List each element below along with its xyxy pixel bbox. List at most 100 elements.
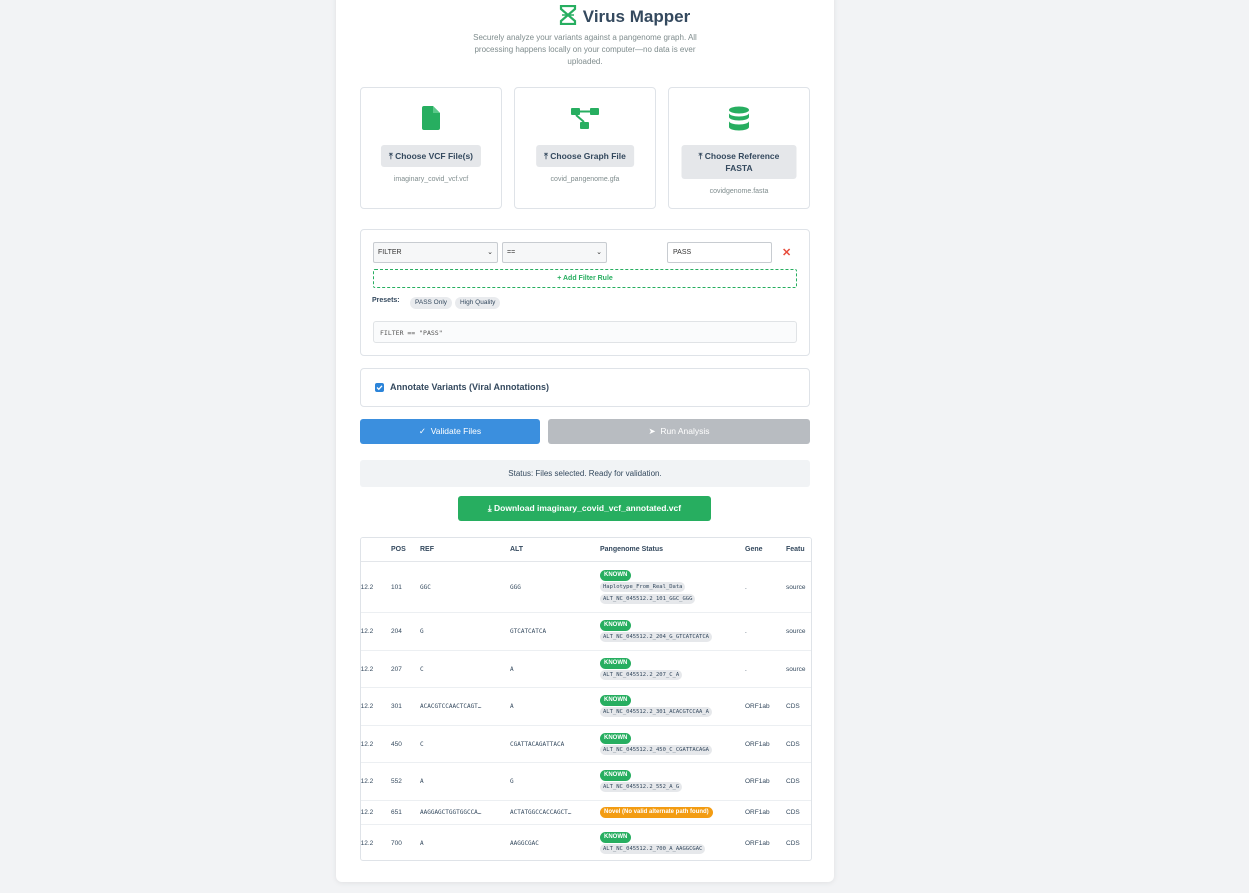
cell-feature: CDS (786, 741, 800, 748)
path-tag: ALT_NC_045512.2_204_G_GTCATCATCA (600, 632, 712, 642)
add-filter-rule-button[interactable]: + Add Filter Rule (373, 269, 797, 288)
cell-pos: 450 (391, 741, 402, 748)
col-gene-header: Gene (745, 546, 763, 553)
download-icon: ⤓ (487, 503, 492, 513)
status-badge: KNOWN (600, 658, 632, 669)
path-tag: Haplotype_From_Real_Data (600, 582, 686, 592)
cell-chrom: 512.2 (360, 703, 374, 710)
col-ref-header: REF (420, 546, 434, 553)
cell-feature: source (786, 666, 806, 673)
rocket-icon: ➤ (648, 426, 656, 436)
download-button[interactable]: ⤓ Download imaginary_covid_vcf_annotated… (458, 496, 711, 521)
vcf-filename: imaginary_covid_vcf.vcf (393, 176, 469, 183)
cell-gene: . (745, 666, 747, 673)
status-badge: KNOWN (600, 733, 632, 744)
cell-pos: 204 (391, 628, 402, 635)
validate-files-button[interactable]: ✓ Validate Files (360, 419, 540, 444)
cell-feature: CDS (786, 840, 800, 847)
fasta-upload-box: ⤒ Choose Reference FASTA covidgenome.fas… (668, 87, 810, 209)
table-row: 512.2 207 C A KNOWNALT_NC_045512.2_207_C_A. s… (360, 651, 811, 688)
cell-gene: ORF1ab (745, 840, 770, 847)
path-tag: ALT_NC_045512.2_301_ACACGTCCAA_A (600, 707, 712, 717)
cell-gene: . (745, 584, 747, 591)
cell-ref: GGC (420, 584, 431, 591)
cell-ref: C (420, 666, 424, 673)
col-status-header: Pangenome Status (600, 546, 664, 553)
cell-chrom: 512.2 (360, 809, 374, 816)
cell-ref: AAGGAGCTGGTGGCCA… (420, 809, 482, 816)
table-row: 512.2 204 G GTCATCATCA KNOWNALT_NC_045512.2_… (360, 613, 811, 651)
cell-pos: 651 (391, 809, 402, 816)
cell-pos: 552 (391, 778, 402, 785)
file-icon (361, 106, 501, 135)
preset-high-quality[interactable]: High Quality (455, 297, 501, 309)
annotate-checkbox[interactable] (375, 383, 384, 392)
status-badge: KNOWN (600, 770, 632, 781)
path-tag: ALT_NC_045512.2_207_C_A (600, 670, 683, 680)
chevron-down-icon: ⌄ (596, 249, 602, 256)
cell-feature: CDS (786, 703, 800, 710)
cell-alt: G (510, 778, 514, 785)
vcf-upload-box: ⤒ Choose VCF File(s) imaginary_covid_vcf… (360, 87, 502, 209)
cell-feature: CDS (786, 809, 800, 816)
cell-gene: ORF1ab (745, 741, 770, 748)
cell-gene: ORF1ab (745, 703, 770, 710)
plus-icon: + (557, 275, 562, 282)
cell-feature: source (786, 584, 806, 591)
filter-field-select[interactable]: FILTER ⌄ (373, 242, 498, 263)
table-row: 512.2 651 AAGGAGCTGGTGGCCA… ACTATGGCCACCAGC… (360, 801, 811, 825)
col-feature-header: Featu (786, 546, 805, 553)
path-tag: ALT_NC_045512.2_101_GGC_GGG (600, 594, 696, 604)
app-subtitle: Securely analyze your variants against a… (473, 33, 697, 66)
path-tag: ALT_NC_045512.2_552_A_G (600, 782, 683, 792)
cell-pos: 101 (391, 584, 402, 591)
col-alt-header: ALT (510, 546, 524, 553)
filter-operator-select[interactable]: == ⌄ (502, 242, 607, 263)
path-tag: ALT_NC_045512.2_700_A_AAGGCGAC (600, 844, 706, 854)
remove-rule-button[interactable]: ✕ (782, 246, 791, 259)
cell-alt: A (510, 666, 514, 673)
filter-expression: FILTER == "PASS" (373, 321, 797, 343)
fasta-filename: covidgenome.fasta (709, 188, 769, 195)
col-pos-header: POS (391, 546, 406, 553)
cell-ref: ACACGTCCAACTCAGT… (420, 703, 482, 710)
status-badge: KNOWN (600, 620, 632, 631)
chevron-down-icon: ⌄ (487, 249, 493, 256)
cell-gene: ORF1ab (745, 778, 770, 785)
cell-alt: A (510, 703, 514, 710)
cell-gene: . (745, 628, 747, 635)
graph-icon (515, 106, 655, 135)
app-title: Virus Mapper (582, 6, 691, 26)
cell-chrom: 512.2 (360, 666, 374, 673)
cell-alt: GGG (510, 584, 521, 591)
cell-chrom: 512.2 (360, 741, 374, 748)
table-row: 512.2 301 ACACGTCCAACTCAGT… A KNOWNALT_NC_04… (360, 688, 811, 726)
double-check-icon: ✓ (418, 426, 426, 436)
status-badge: Novel (No valid alternate path found) (600, 807, 713, 818)
cell-ref: G (420, 628, 424, 635)
cell-alt: GTCATCATCA (510, 628, 547, 635)
status-badge: KNOWN (600, 695, 632, 706)
cell-ref: C (420, 741, 424, 748)
cell-ref: A (420, 840, 424, 847)
presets-label: Presets: (372, 297, 400, 304)
cell-chrom: 512.2 (360, 628, 374, 635)
cell-feature: CDS (786, 778, 800, 785)
path-tag: ALT_NC_045512.2_450_C_CGATTACAGA (600, 745, 712, 755)
table-row: 512.2 700 A AAGGCGAC KNOWNALT_NC_045512.2_70… (361, 825, 811, 860)
run-analysis-button[interactable]: ➤ Run Analysis (548, 419, 810, 444)
status-bar: Status: Files selected. Ready for valida… (360, 460, 810, 487)
status-badge: KNOWN (600, 570, 632, 581)
choose-vcf-button[interactable]: ⤒ Choose VCF File(s) (380, 145, 482, 167)
choose-fasta-button[interactable]: ⤒ Choose Reference FASTA (681, 145, 797, 179)
status-badge: KNOWN (600, 832, 632, 843)
filter-value-input[interactable]: PASS (667, 242, 772, 263)
dna-icon (559, 4, 577, 30)
database-icon (669, 106, 809, 137)
table-row: 512.2 450 C CGATTACAGATTACA KNOWNALT_NC_0455… (360, 726, 811, 763)
cell-alt: ACTATGGCCACCAGCT… (510, 809, 572, 816)
results-table[interactable]: I POS REF ALT Pangenome Status Gene Feat… (360, 537, 812, 861)
choose-graph-button[interactable]: ⤒ Choose Graph File (536, 145, 634, 167)
table-row: 512.2 101 GGC GGG KNOWNHaplotype_From_Real_D… (361, 562, 811, 613)
preset-pass-only[interactable]: PASS Only (410, 297, 453, 309)
